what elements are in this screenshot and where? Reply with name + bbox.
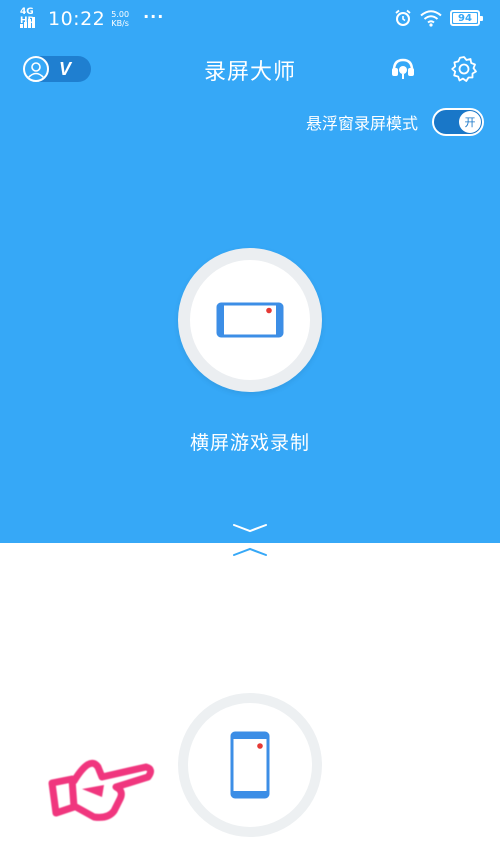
landscape-record-label: 横屏游戏录制: [189, 432, 310, 454]
net-speed-unit: KB/s: [111, 19, 129, 28]
chevron-up-icon[interactable]: [232, 546, 268, 558]
portrait-record-button[interactable]: [178, 693, 322, 837]
battery-level: 94: [458, 12, 472, 24]
status-right: 94: [394, 9, 483, 27]
chevron-down-icon[interactable]: [232, 522, 268, 534]
portrait-record-inner: [188, 703, 312, 827]
landscape-phone-icon: [216, 302, 284, 338]
floating-mode-toggle[interactable]: 开: [432, 108, 484, 136]
portrait-phone-icon: [230, 731, 270, 799]
toggle-knob: 开: [459, 111, 481, 133]
page-title: 录屏大师: [203, 60, 296, 85]
alarm-icon: [395, 9, 411, 26]
pointing-hand-icon: [48, 759, 155, 821]
settings-button[interactable]: [449, 54, 479, 84]
wifi-icon: [420, 9, 442, 27]
status-bar: 4G HD 10:22 5.00 KB/s ··· 94: [0, 0, 500, 40]
floating-mode-row: 悬浮窗录屏模式 开: [306, 108, 484, 136]
landscape-record-button[interactable]: [178, 248, 322, 392]
signal-icon: 4G HD: [20, 8, 46, 30]
customer-service-button[interactable]: [388, 54, 418, 84]
net-speed: 5.00 KB/s: [111, 10, 129, 28]
status-left: 4G HD 10:22 5.00 KB/s ···: [20, 6, 165, 30]
floating-mode-label: 悬浮窗录屏模式: [305, 114, 418, 133]
headset-icon: [392, 58, 414, 79]
landscape-record-inner: [190, 260, 310, 380]
app-header: V 录屏大师: [0, 46, 500, 96]
net-speed-value: 5.00: [111, 10, 130, 19]
more-notifications-icon: ···: [143, 6, 165, 26]
gear-icon: [451, 56, 477, 82]
clock: 10:22: [48, 8, 106, 30]
battery-icon: 94: [450, 10, 483, 26]
